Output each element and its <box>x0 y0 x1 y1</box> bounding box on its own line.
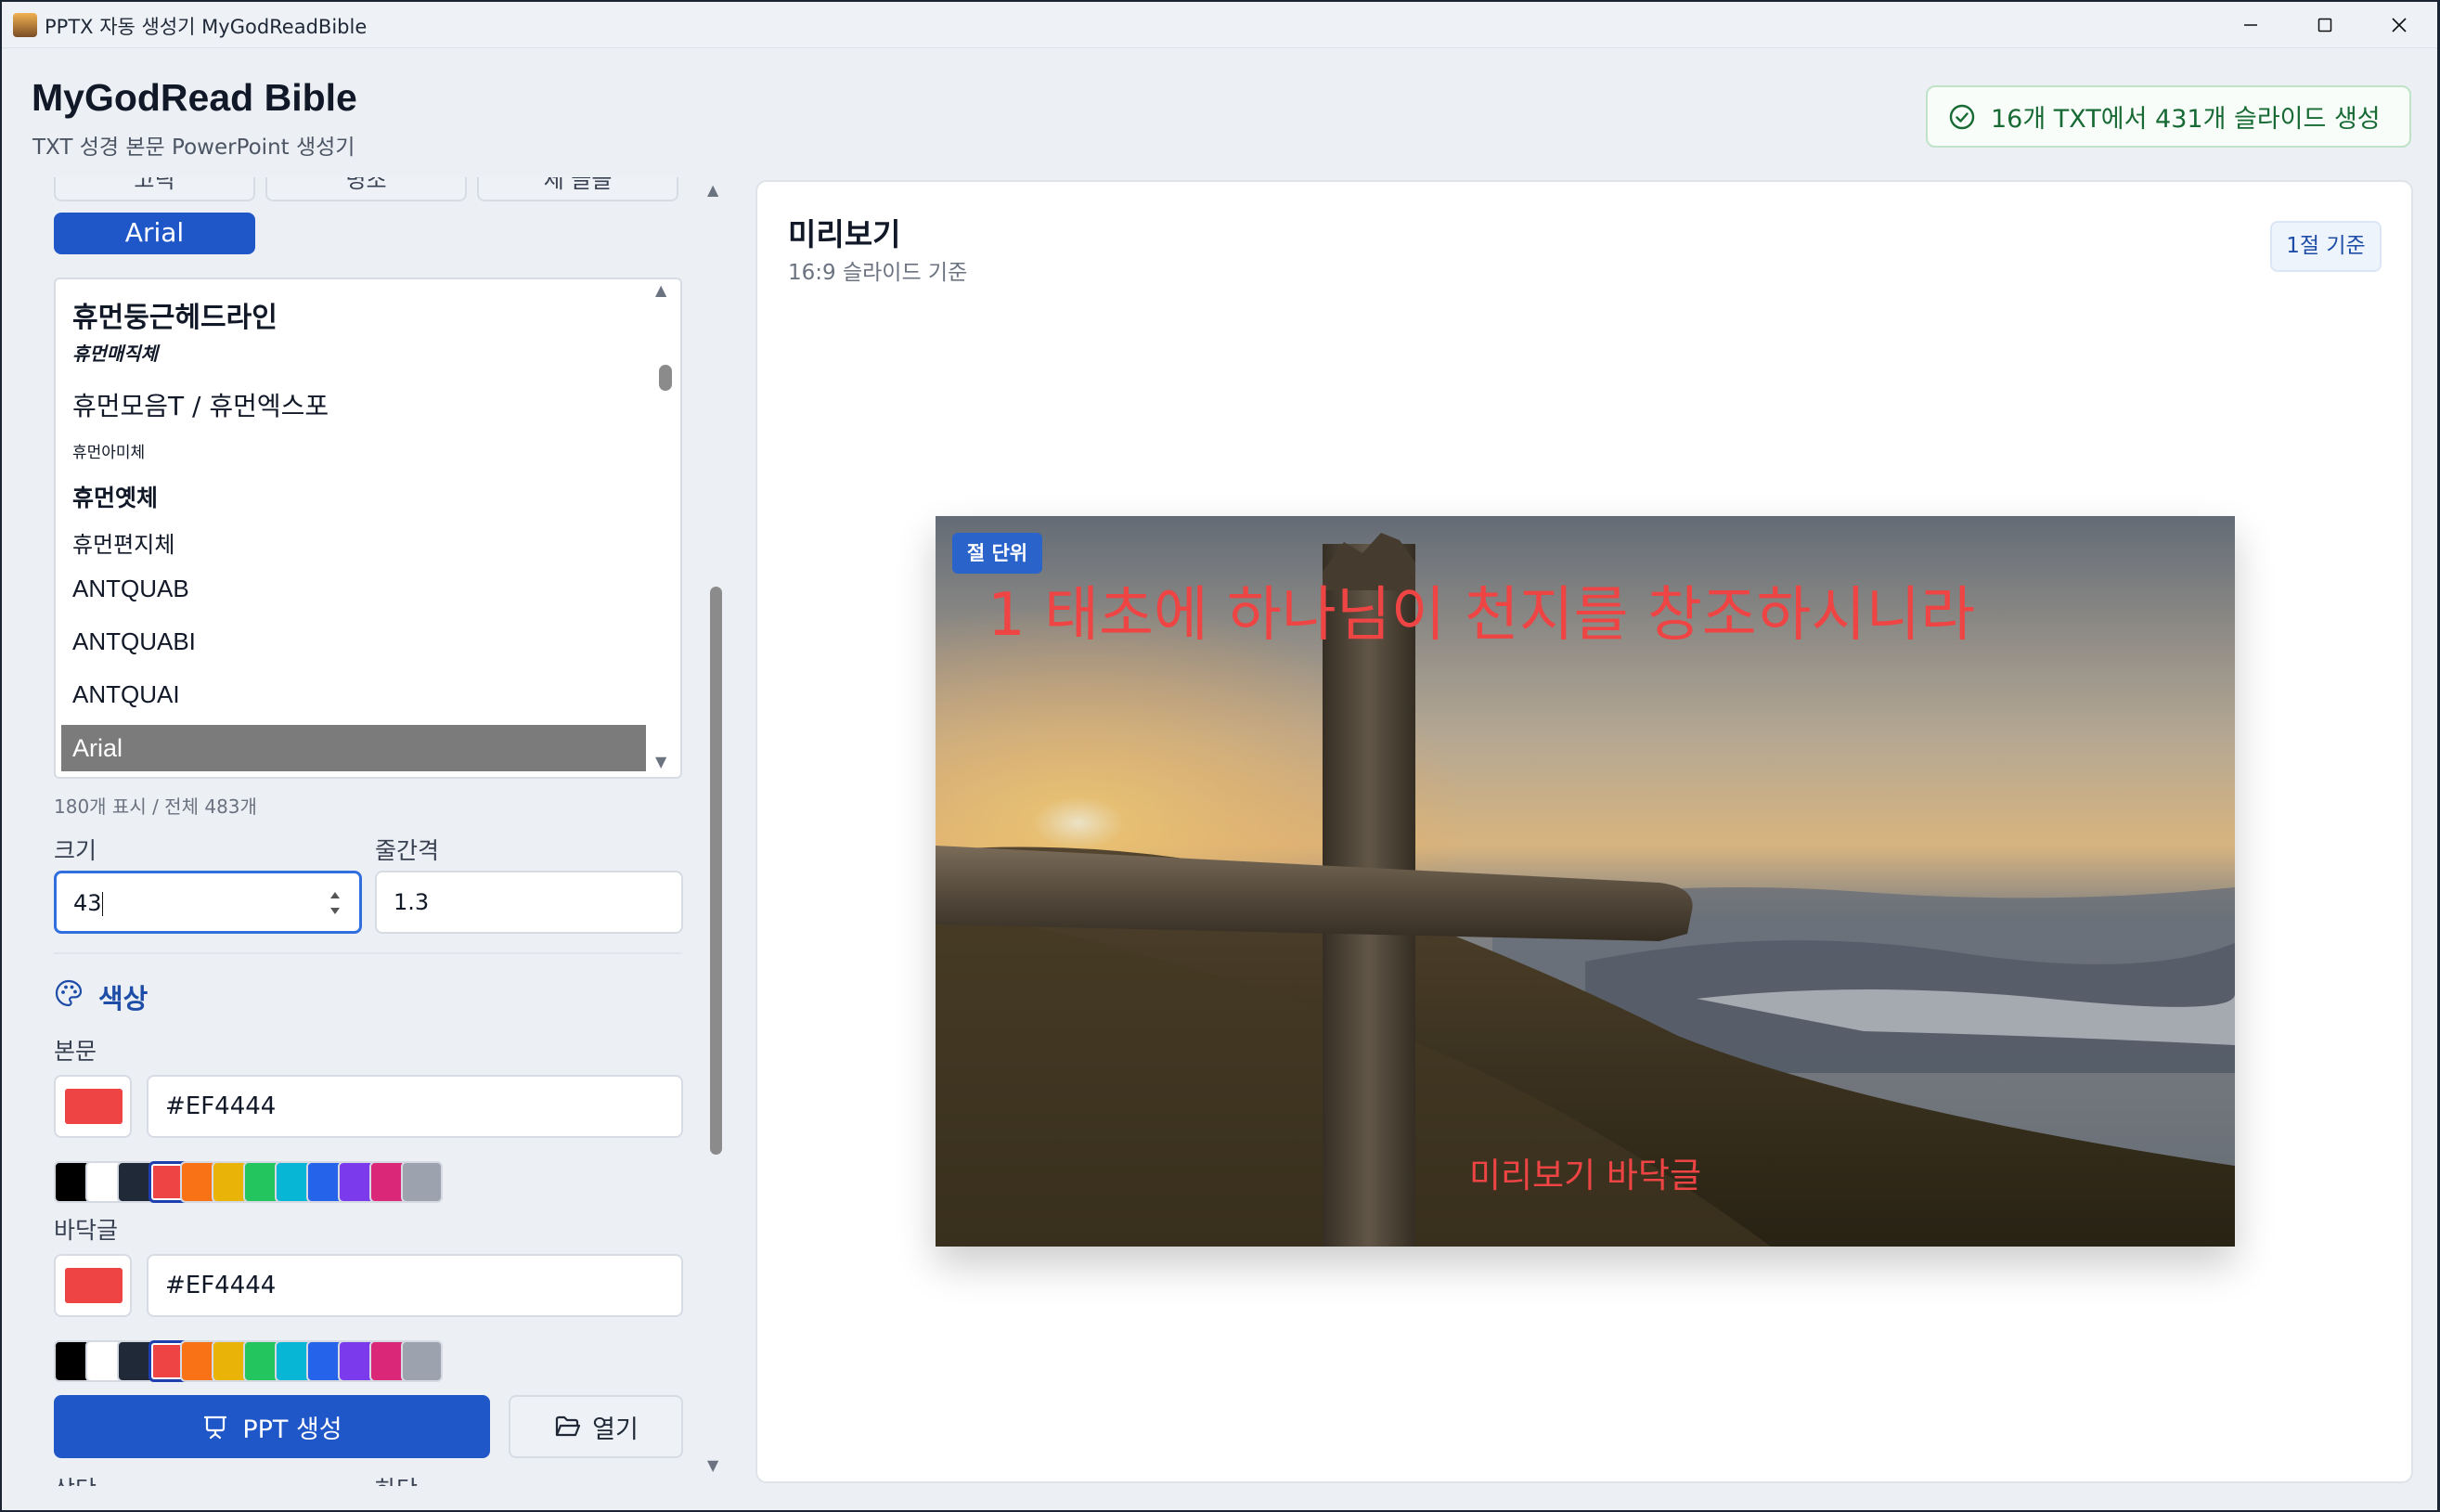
footer-color-input[interactable]: #EF4444 <box>147 1254 683 1317</box>
maximize-icon <box>2317 18 2332 32</box>
app-icon <box>13 13 37 37</box>
font-list-item[interactable]: 휴먼옛체 <box>72 480 158 513</box>
close-button[interactable] <box>2362 2 2436 47</box>
palette-icon <box>55 979 83 1007</box>
spinner-icon[interactable] <box>328 886 342 920</box>
preview-panel: 미리보기 16:9 슬라이드 기준 1절 기준 절 단위 1 태초에 하나님이 … <box>755 180 2413 1483</box>
font-selected-button[interactable]: Arial <box>54 213 255 254</box>
font-filter-myeongjo[interactable]: 명조 <box>265 177 467 201</box>
size-value: 43 <box>73 890 102 916</box>
maximize-button[interactable] <box>2288 2 2362 47</box>
folder-open-icon <box>556 1415 581 1437</box>
app-title: MyGodRead Bible <box>32 76 357 119</box>
font-list-item[interactable]: ANTQUABI <box>72 627 196 656</box>
settings-scrollbar[interactable]: ▲ ▼ <box>704 177 727 1486</box>
size-label: 크기 <box>54 837 97 864</box>
divider <box>54 952 682 954</box>
close-icon <box>2392 17 2407 32</box>
open-button[interactable]: 열기 <box>509 1395 683 1458</box>
body-color-input[interactable]: #EF4444 <box>147 1075 683 1138</box>
body-color-label: 본문 <box>54 1038 97 1065</box>
footer-color-label: 바닥글 <box>54 1217 119 1244</box>
bottom-margin-label: 하단 <box>375 1471 418 1486</box>
status-badge: 16개 TXT에서 431개 슬라이드 생성 <box>1926 85 2411 148</box>
top-margin-label: 상단 <box>54 1471 97 1486</box>
color-swatch[interactable] <box>401 1340 443 1382</box>
preview-title: 미리보기 <box>788 216 901 252</box>
verse-basis-pill: 1절 기준 <box>2270 221 2382 272</box>
list-scroll-up-icon[interactable]: ▲ <box>655 281 666 299</box>
font-list-item[interactable]: ANTQUAI <box>72 680 180 709</box>
presentation-icon <box>204 1415 227 1440</box>
font-filter-new[interactable]: 세 글꼴 <box>477 177 678 201</box>
font-list[interactable]: 휴먼둥근헤드라인 휴먼매직체 휴먼모음T / 휴먼엑스포 휴먼아미체 휴먼옛체 … <box>54 278 682 779</box>
preview-subtitle: 16:9 슬라이드 기준 <box>788 261 968 285</box>
scroll-up-icon[interactable]: ▲ <box>707 181 718 199</box>
app-subtitle: TXT 성경 본문 PowerPoint 생성기 <box>32 136 355 160</box>
footer-color-picker[interactable] <box>54 1254 132 1317</box>
font-list-item[interactable]: 휴먼매직체 <box>72 339 158 366</box>
font-list-item-selected[interactable]: Arial <box>61 725 646 771</box>
list-scroll-down-icon[interactable]: ▼ <box>655 753 666 770</box>
line-spacing-label: 줄간격 <box>375 837 440 864</box>
slide-preview: 절 단위 1 태초에 하나님이 천지를 창조하시니라 미리보기 바닥글 <box>936 516 2235 1247</box>
app-window: PPTX 자동 생성기 MyGodReadBible MyGodRead Bib… <box>2 2 2437 1510</box>
font-list-item[interactable]: ANTQUAB <box>72 575 189 603</box>
font-list-item[interactable]: 휴먼편지체 <box>72 526 174 559</box>
generate-ppt-label: PPT 생성 <box>242 1415 342 1444</box>
minimize-button[interactable] <box>2214 2 2288 47</box>
status-text: 16개 TXT에서 431개 슬라이드 생성 <box>1991 105 2381 134</box>
scroll-down-icon[interactable]: ▼ <box>707 1456 718 1474</box>
list-scrollbar-thumb[interactable] <box>659 365 672 391</box>
scrollbar-thumb[interactable] <box>710 587 722 1155</box>
slide-verse-text: 1 태초에 하나님이 천지를 창조하시니라 <box>988 581 1976 650</box>
slide-footer-text: 미리보기 바닥글 <box>1468 1156 1702 1195</box>
font-count: 180개 표시 / 전체 483개 <box>54 795 257 818</box>
settings-panel: 고딕 명조 세 글꼴 Arial 휴먼둥근헤드라인 휴먼매직체 휴먼모음T / … <box>32 177 729 1486</box>
generate-ppt-button[interactable]: PPT 생성 <box>54 1395 490 1458</box>
font-filter-gothic[interactable]: 고딕 <box>54 177 255 201</box>
minimize-icon <box>2244 23 2257 26</box>
font-list-item[interactable]: 휴먼아미체 <box>72 439 145 462</box>
font-list-item[interactable]: 휴먼모음T / 휴먼엑스포 <box>72 386 329 423</box>
body-color-picker[interactable] <box>54 1075 132 1138</box>
color-section-title: 색상 <box>98 983 148 1014</box>
title-bar: PPTX 자동 생성기 MyGodReadBible <box>2 2 2437 48</box>
check-circle-icon <box>1949 104 1975 129</box>
font-list-item[interactable]: 휴먼둥근헤드라인 <box>72 294 278 335</box>
body-color-preview <box>65 1089 123 1124</box>
window-title: PPTX 자동 생성기 MyGodReadBible <box>45 16 368 38</box>
open-label: 열기 <box>592 1415 639 1444</box>
footer-color-preview <box>65 1268 123 1303</box>
line-spacing-input[interactable]: 1.3 <box>375 871 683 934</box>
color-swatch[interactable] <box>401 1161 443 1203</box>
size-input[interactable]: 43 <box>54 871 362 934</box>
